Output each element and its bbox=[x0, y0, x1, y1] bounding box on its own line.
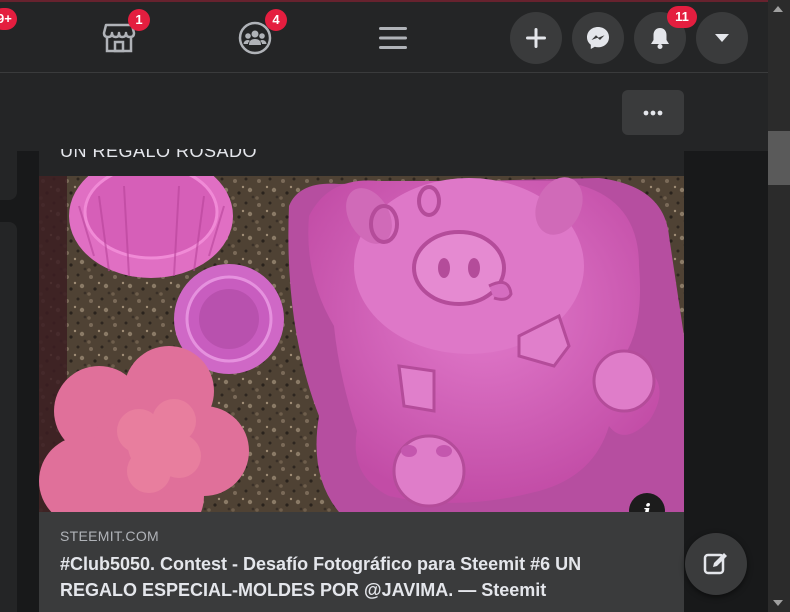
link-domain: STEEMIT.COM bbox=[60, 528, 159, 544]
silicone-molds-image bbox=[39, 176, 684, 512]
left-column-card bbox=[0, 150, 17, 200]
compose-icon bbox=[703, 551, 729, 577]
caret-down-icon bbox=[714, 33, 730, 43]
account-menu-button[interactable] bbox=[696, 12, 748, 64]
bell-icon bbox=[648, 26, 672, 50]
scroll-up-arrow[interactable] bbox=[773, 6, 783, 12]
link-title[interactable]: #Club5050. Contest - Desafío Fotográfico… bbox=[60, 551, 660, 603]
more-options-button[interactable] bbox=[622, 90, 684, 135]
messenger-icon bbox=[585, 25, 611, 51]
notifications-badge: 11 bbox=[667, 6, 697, 28]
create-button[interactable] bbox=[510, 12, 562, 64]
top-accent-line bbox=[0, 0, 768, 2]
hamburger-menu-icon[interactable] bbox=[377, 22, 409, 54]
more-dots-icon bbox=[643, 110, 663, 116]
groups-badge: 4 bbox=[265, 9, 287, 31]
page-scrollbar[interactable] bbox=[768, 0, 790, 612]
messenger-button[interactable] bbox=[572, 12, 624, 64]
post-photo[interactable] bbox=[39, 176, 684, 512]
new-message-button[interactable] bbox=[685, 533, 747, 595]
scroll-down-arrow[interactable] bbox=[773, 600, 783, 606]
scrollbar-thumb[interactable] bbox=[768, 131, 790, 185]
left-column-card bbox=[0, 222, 17, 612]
marketplace-badge: 1 bbox=[128, 9, 150, 31]
plus-icon bbox=[525, 27, 547, 49]
